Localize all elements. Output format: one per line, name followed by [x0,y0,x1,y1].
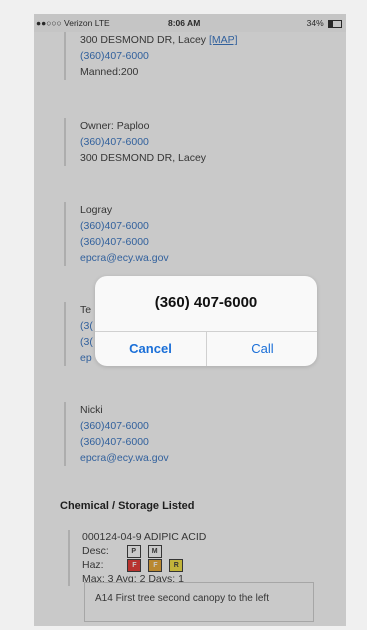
cancel-button[interactable]: Cancel [95,331,206,366]
device-frame: ●●○○○ Verizon LTE 8:06 AM 34% 300 DESMON… [0,0,367,630]
phone-screen: ●●○○○ Verizon LTE 8:06 AM 34% 300 DESMON… [34,14,346,626]
call-button[interactable]: Call [207,331,317,366]
alert-phone-number: (360) 407-6000 [154,294,258,311]
call-alert-dialog: (360) 407-6000 Cancel Call [95,276,317,366]
